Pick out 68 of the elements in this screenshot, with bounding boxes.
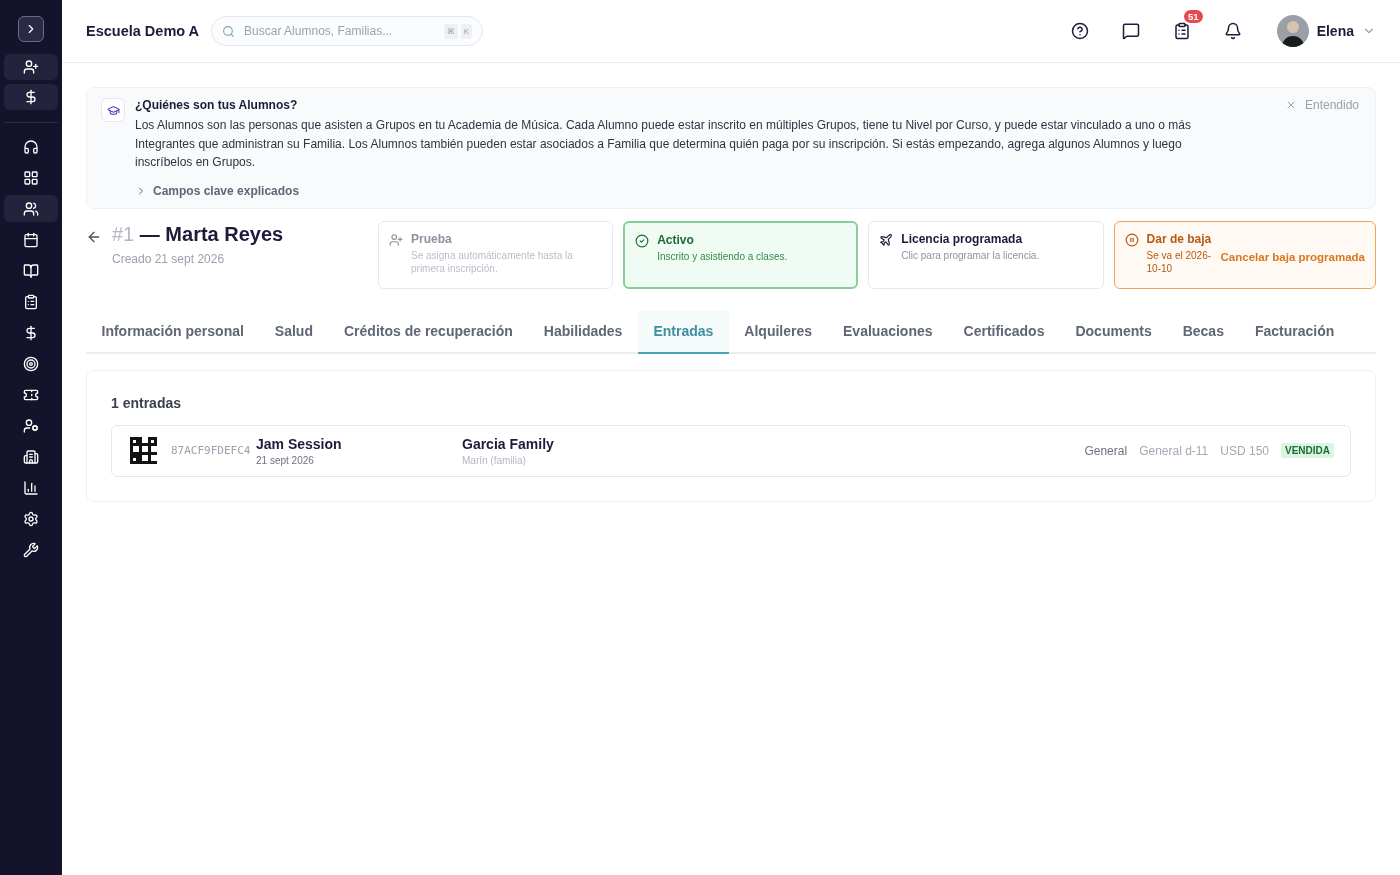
sidebar-toggle-button[interactable]	[18, 16, 44, 42]
add-student-button[interactable]	[4, 54, 58, 80]
student-name: #1 — Marta Reyes	[112, 222, 285, 246]
tab[interactable]: Evaluaciones	[827, 310, 949, 354]
user-menu-button[interactable]: Elena	[1276, 15, 1376, 47]
status-badge: VENDIDA	[1281, 443, 1334, 458]
calendar-icon	[23, 231, 39, 248]
tab[interactable]: Entradas	[637, 310, 729, 354]
tab[interactable]: Créditos de recuperación	[328, 310, 529, 354]
notification-badge: 51	[1184, 10, 1203, 23]
user-gear-icon	[23, 417, 39, 434]
search-icon	[222, 24, 236, 38]
tab[interactable]: Habilidades	[528, 310, 638, 354]
dollar-icon	[23, 89, 39, 105]
wrench-icon	[23, 541, 39, 558]
add-payment-button[interactable]	[4, 84, 58, 110]
graduation-cap-icon	[101, 98, 125, 122]
tab[interactable]: Salud	[259, 310, 329, 354]
target-icon	[23, 355, 39, 372]
tab[interactable]: Documents	[1059, 310, 1168, 354]
tab[interactable]: Facturación	[1239, 310, 1350, 354]
shortcut-key: ⌘	[443, 23, 458, 39]
search-input[interactable]: Buscar Alumnos, Familias...	[242, 23, 437, 39]
help-icon[interactable]	[1070, 22, 1089, 40]
seat: General d-11	[1139, 443, 1209, 458]
users-icon	[23, 200, 39, 217]
tickets-count: 1 entradas	[111, 394, 183, 411]
ticket-code: 87ACF9FDEFC4	[171, 444, 252, 457]
status-card[interactable]: Prueba Se asigna automáticamente hasta la primera inscripción.	[378, 220, 614, 289]
book-icon	[23, 262, 39, 279]
check-circle-icon	[635, 233, 650, 248]
grid-icon	[23, 169, 39, 186]
created-date: Creado 21 sept 2026	[112, 251, 226, 266]
avatar	[1276, 15, 1309, 47]
sidebar-nav-item[interactable]	[4, 195, 58, 222]
school-name: Escuela Demo A	[86, 23, 200, 39]
plane-icon	[879, 232, 894, 247]
qr-code-icon	[130, 437, 157, 464]
ticket-type: General	[1084, 443, 1128, 458]
status-card[interactable]: Dar de baja Se va el 2026-10-10 Cancelar baja programada	[1113, 220, 1376, 289]
user-plus-icon	[23, 59, 39, 75]
clipboard-icon[interactable]	[1172, 22, 1191, 40]
bar-chart-icon	[23, 479, 39, 496]
ticket-row[interactable]: 87ACF9FDEFC4 Jam Session 21 sept 2026 Garcia Family Marín (familia) General General d-11 USD 150 VENDIDA	[111, 424, 1351, 477]
headphones-icon	[23, 138, 39, 155]
dollar-icon	[23, 324, 39, 341]
family-name: Garcia Family	[462, 435, 555, 452]
tab[interactable]: Información personal	[86, 310, 260, 354]
bell-icon[interactable]	[1223, 22, 1242, 40]
tab[interactable]: Alquileres	[728, 310, 828, 354]
family-note: Marín (familia)	[462, 454, 527, 466]
event-date: 21 sept 2026	[256, 454, 315, 466]
building-icon	[23, 448, 39, 465]
tab[interactable]: Certificados	[948, 310, 1060, 354]
price: USD 150	[1220, 443, 1269, 458]
status-card[interactable]: Licencia programada Clic para programar la licencia.	[868, 220, 1104, 289]
banner-text: Los Alumnos son las personas que asisten a Grupos en tu Academia de Música. Cada Alumno puede estar inscrito en múltiples Grupos, tiene tu Nivel por Curso, y puede estar vinculado a uno o más Integrantes que administran su Familia. Los Alumnos también pueden estar asociados a Familia que determina quién paga por su inscripción. Si estás empezando, agrega algunos Alumnos y luego inscríbelos en Grupos.	[135, 117, 1192, 171]
pause-icon	[1124, 232, 1139, 247]
user-plus-icon	[389, 232, 403, 247]
details-toggle[interactable]: Campos clave explicados	[135, 183, 1275, 198]
shortcut-key: K	[460, 23, 473, 39]
banner-title: ¿Quiénes son tus Alumnos?	[135, 98, 299, 112]
status-card[interactable]: Activo Inscrito y asistiendo a clases.	[623, 220, 859, 289]
event-name: Jam Session	[256, 435, 343, 452]
message-icon[interactable]	[1121, 22, 1140, 40]
tab[interactable]: Becas	[1167, 310, 1240, 354]
settings-icon	[23, 510, 39, 527]
clipboard-icon	[23, 293, 39, 310]
